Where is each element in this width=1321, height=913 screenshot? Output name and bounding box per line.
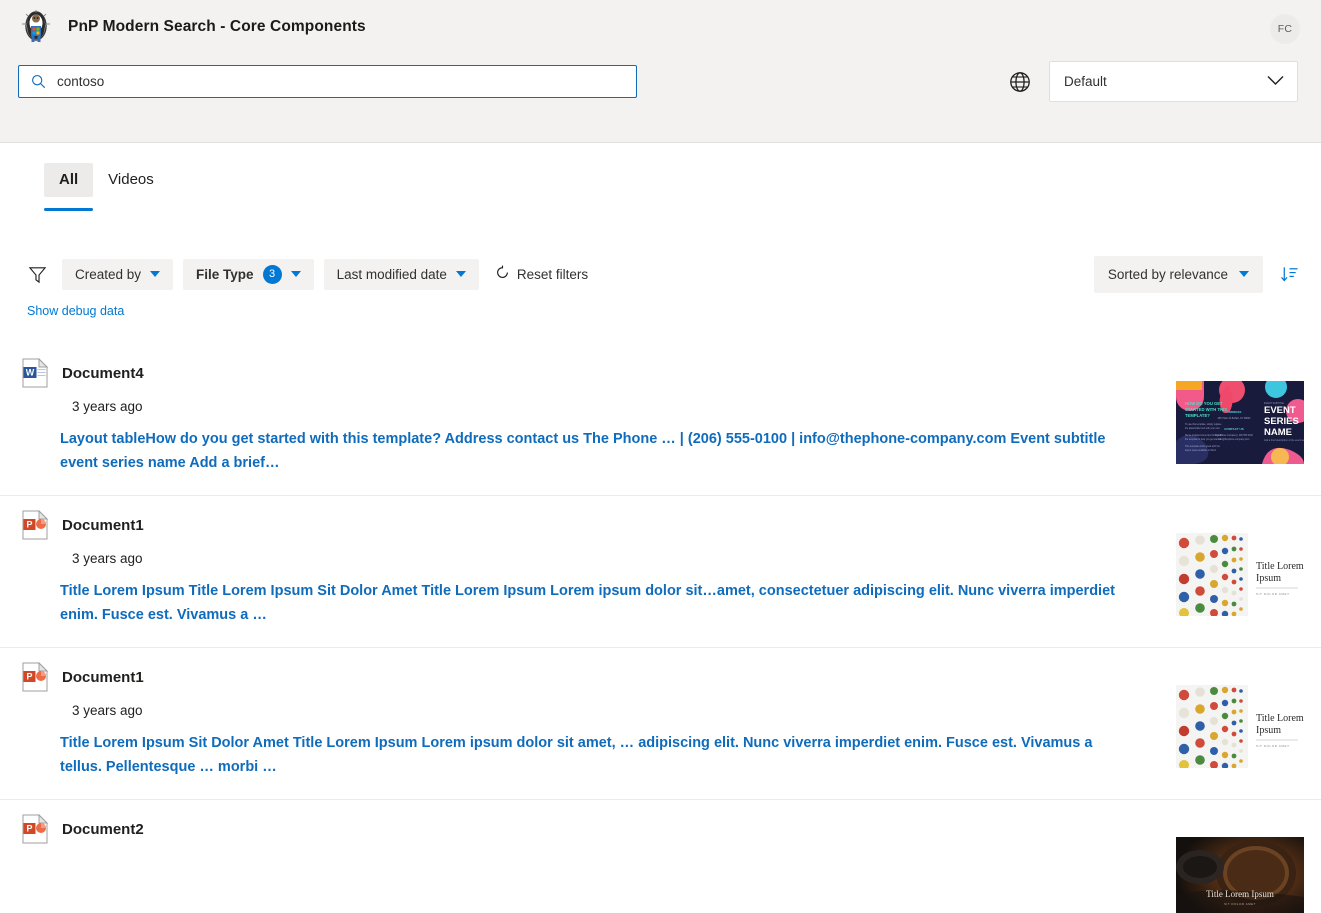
filter-file-type-label: File Type (196, 266, 254, 282)
filter-created-by[interactable]: Created by (62, 258, 174, 290)
vertical-select-value: Default (1064, 74, 1107, 89)
chevron-down-icon (290, 271, 301, 277)
tab-active-underline (44, 208, 94, 211)
svg-text:4567 Main St Buffalo, NY 98052: 4567 Main St Buffalo, NY 98052 (1218, 417, 1251, 420)
svg-text:CONTACT US: CONTACT US (1224, 427, 1243, 431)
filter-last-modified-date-label: Last modified date (336, 266, 447, 282)
result-item[interactable]: W Document4 3 years ago Layout tableHow … (0, 344, 1321, 496)
result-summary[interactable]: Title Lorem Ipsum Title Lorem Ipsum Sit … (60, 579, 1116, 627)
filter-created-by-label: Created by (75, 266, 142, 282)
svg-text:To use this template, simply r: To use this template, simply replace (1185, 423, 1222, 426)
result-thumbnail[interactable]: Title Lorem Ipsum SIT DOLOR AMET (1176, 837, 1304, 913)
chevron-down-icon (455, 271, 466, 277)
result-title-row: W Document4 (22, 357, 1301, 388)
svg-text:Ipsum: Ipsum (1256, 725, 1281, 736)
tab-all-label: All (59, 171, 79, 188)
svg-text:the template to help you get s: the template to help you get started. (1185, 438, 1222, 441)
svg-text:layout styles available in Wor: layout styles available in Word. (1185, 449, 1217, 452)
refresh-icon (495, 265, 510, 283)
svg-text:The Phone Company | 206 555 01: The Phone Company | 206 555 0100 (1215, 435, 1253, 437)
svg-text:info@thephone-company.com: info@thephone-company.com (1219, 438, 1250, 441)
result-thumbnail[interactable]: HOW DO YOU GET STARTED WITH THIS TEMPLAT… (1176, 381, 1304, 464)
tab-videos[interactable]: Videos (93, 163, 169, 197)
svg-text:SIT DOLOR AMET: SIT DOLOR AMET (1224, 902, 1256, 906)
svg-text:SIT DOLOR AMET: SIT DOLOR AMET (1256, 744, 1290, 748)
app-header: PnP Modern Search - Core Components FC D… (0, 0, 1321, 143)
result-title[interactable]: Document4 (62, 365, 144, 382)
svg-text:TEMPLATE?: TEMPLATE? (1185, 413, 1210, 418)
search-icon (19, 66, 57, 97)
result-date: 3 years ago (72, 551, 143, 566)
search-box[interactable] (18, 65, 637, 98)
result-title-row: P Document1 (22, 661, 1301, 692)
svg-text:Title Lorem: Title Lorem (1256, 561, 1304, 572)
search-input[interactable] (57, 66, 636, 97)
svg-text:EVENT SUBTITLE: EVENT SUBTITLE (1264, 402, 1284, 405)
result-title[interactable]: Document1 (62, 517, 144, 534)
vertical-select[interactable]: Default (1049, 61, 1298, 102)
result-title[interactable]: Document1 (62, 669, 144, 686)
result-item[interactable]: P Document2 Title Lorem Ipsum SIT DOLOR … (0, 800, 1321, 913)
results-list: W Document4 3 years ago Layout tableHow … (0, 344, 1321, 913)
svg-text:SIT DOLOR AMET: SIT DOLOR AMET (1256, 592, 1290, 596)
pnp-penguin-logo-icon (18, 9, 54, 45)
filter-funnel-icon (28, 265, 47, 284)
app-title: PnP Modern Search - Core Components (68, 18, 366, 35)
result-title[interactable]: Document2 (62, 821, 144, 838)
sort-descending-icon[interactable] (1280, 265, 1299, 284)
chevron-down-icon (150, 271, 161, 277)
svg-text:ADDRESS: ADDRESS (1227, 410, 1242, 414)
reset-filters-label: Reset filters (516, 266, 589, 282)
chevron-down-icon (1239, 271, 1249, 277)
svg-text:Title Lorem: Title Lorem (1256, 713, 1304, 724)
brand: PnP Modern Search - Core Components (18, 9, 366, 45)
svg-text:the placeholder text with your: the placeholder text with your own. (1185, 427, 1221, 430)
svg-text:Ipsum: Ipsum (1256, 573, 1281, 584)
result-item[interactable]: P Document1 3 years ago Title Lorem Ipsu… (0, 496, 1321, 648)
tab-all[interactable]: All (44, 163, 94, 211)
svg-text:P: P (26, 672, 32, 682)
globe-icon (1008, 70, 1032, 94)
tab-videos-label: Videos (108, 171, 154, 188)
powerpoint-document-icon: P (22, 813, 49, 844)
filter-bar: Created by File Type 3 Last modified dat… (0, 249, 1321, 299)
result-summary[interactable]: Layout tableHow do you get started with … (60, 427, 1116, 475)
filter-last-modified-date[interactable]: Last modified date (323, 258, 479, 290)
svg-text:P: P (26, 824, 32, 834)
svg-text:W: W (26, 368, 35, 378)
result-title-row: P Document1 (22, 509, 1301, 540)
sort-controls: Sorted by relevance (1093, 249, 1299, 299)
svg-text:SERIES: SERIES (1264, 416, 1299, 427)
result-title-row: P Document2 (22, 813, 1301, 844)
show-debug-data-link[interactable]: Show debug data (0, 304, 124, 318)
svg-text:HOW DO YOU GET: HOW DO YOU GET (1185, 401, 1223, 406)
reset-filters-button[interactable]: Reset filters (495, 265, 588, 283)
svg-text:NAME: NAME (1264, 427, 1292, 438)
result-item[interactable]: P Document1 3 years ago Title Lorem Ipsu… (0, 648, 1321, 800)
result-thumbnail[interactable]: Title Lorem Ipsum SIT DOLOR AMET (1176, 533, 1304, 616)
sort-select[interactable]: Sorted by relevance (1093, 255, 1263, 293)
svg-text:Add a brief description of the: Add a brief description of the event ser… (1264, 439, 1304, 442)
word-document-icon: W (22, 357, 49, 388)
vertical-picker: Default (1008, 61, 1298, 102)
filter-file-type-count: 3 (262, 264, 282, 284)
svg-text:This template works great with: This template works great with the (1185, 445, 1221, 448)
svg-text:EVENT: EVENT (1264, 405, 1296, 416)
svg-text:Title Lorem Ipsum: Title Lorem Ipsum (1206, 889, 1274, 899)
powerpoint-document-icon: P (22, 661, 49, 692)
svg-text:STARTED WITH THIS: STARTED WITH THIS (1185, 407, 1227, 412)
svg-text:P: P (26, 520, 32, 530)
result-date: 3 years ago (72, 703, 143, 718)
filter-file-type[interactable]: File Type 3 (183, 258, 314, 290)
sort-select-label: Sorted by relevance (1107, 266, 1228, 282)
result-thumbnail[interactable]: Title Lorem Ipsum SIT DOLOR AMET (1176, 685, 1304, 768)
powerpoint-document-icon: P (22, 509, 49, 540)
vertical-tabs: All Videos (0, 163, 1321, 223)
chevron-down-icon (1267, 73, 1284, 91)
result-summary[interactable]: Title Lorem Ipsum Sit Dolor Amet Title L… (60, 731, 1116, 779)
result-date: 3 years ago (72, 399, 143, 414)
user-avatar[interactable]: FC (1270, 14, 1300, 44)
